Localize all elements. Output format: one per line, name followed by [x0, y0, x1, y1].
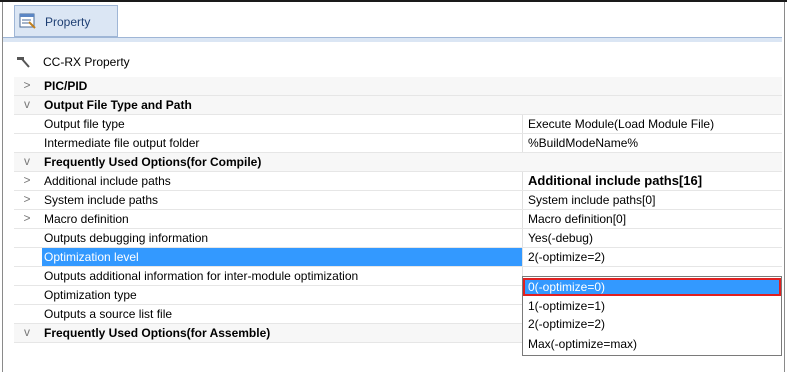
- option-label: 1(-optimize=1): [528, 299, 606, 313]
- tab-property-label: Property: [45, 15, 91, 29]
- expand-icon[interactable]: >: [20, 173, 34, 189]
- row-value[interactable]: %BuildModeName%: [528, 136, 638, 150]
- row-value[interactable]: System include paths[0]: [528, 193, 655, 207]
- property-row[interactable]: Intermediate file output folder %BuildMo…: [14, 134, 782, 153]
- tab-property[interactable]: Property: [14, 5, 118, 37]
- row-value[interactable]: Yes(-debug): [528, 231, 593, 245]
- column-separator: [522, 191, 523, 209]
- property-row[interactable]: > Additional include paths Additional in…: [14, 172, 782, 191]
- column-separator: [522, 172, 523, 190]
- expand-icon[interactable]: >: [20, 211, 34, 227]
- option-label: 0(-optimize=0): [528, 280, 606, 294]
- row-name: Frequently Used Options(for Assemble): [44, 326, 271, 340]
- row-name: Output File Type and Path: [44, 98, 192, 112]
- row-name: Macro definition: [44, 212, 129, 226]
- row-name: PIC/PID: [44, 79, 88, 93]
- row-name: Intermediate file output folder: [44, 136, 200, 150]
- property-row[interactable]: > Macro definition Macro definition[0]: [14, 210, 782, 229]
- row-name: Optimization type: [44, 288, 137, 302]
- row-name: Outputs debugging information: [44, 231, 209, 245]
- dropdown-option[interactable]: 1(-optimize=1): [523, 297, 781, 315]
- header-label: CC-RX Property: [43, 55, 130, 69]
- property-row[interactable]: > System include paths System include pa…: [14, 191, 782, 210]
- row-name: Additional include paths: [44, 174, 171, 188]
- dropdown-option[interactable]: Max(-optimize=max): [523, 335, 781, 353]
- expand-icon[interactable]: >: [20, 78, 34, 94]
- category-row[interactable]: v Frequently Used Options(for Compile): [14, 153, 782, 172]
- panel-titlebar: Property: [3, 5, 782, 37]
- option-label: 2(-optimize=2): [528, 317, 606, 331]
- column-separator: [522, 229, 523, 247]
- category-row[interactable]: v Output File Type and Path: [14, 96, 782, 115]
- row-name: System include paths: [44, 193, 159, 207]
- option-label: Max(-optimize=max): [528, 337, 638, 351]
- column-separator: [522, 248, 523, 266]
- property-row[interactable]: Outputs debugging information Yes(-debug…: [14, 229, 782, 248]
- column-separator: [522, 115, 523, 133]
- row-name: Optimization level: [44, 250, 139, 264]
- row-name: Output file type: [44, 117, 125, 131]
- row-value[interactable]: Additional include paths[16]: [528, 173, 702, 188]
- collapse-icon[interactable]: v: [20, 154, 34, 170]
- row-value[interactable]: Execute Module(Load Module File): [528, 117, 714, 131]
- property-header: CC-RX Property: [3, 51, 782, 73]
- row-name: Outputs additional information for inter…: [44, 269, 359, 283]
- property-row-selected[interactable]: Optimization level 2(-optimize=2): [14, 248, 782, 267]
- category-row[interactable]: > PIC/PID: [14, 77, 782, 96]
- row-name: Frequently Used Options(for Compile): [44, 155, 262, 169]
- optimization-level-dropdown[interactable]: 2(-optimize=2): [528, 250, 605, 264]
- optimization-level-dropdown-list[interactable]: 0(-optimize=0) 1(-optimize=1) 2(-optimiz…: [522, 276, 782, 356]
- column-separator: [522, 134, 523, 152]
- dropdown-option[interactable]: 2(-optimize=2): [523, 315, 781, 333]
- expand-icon[interactable]: >: [20, 192, 34, 208]
- row-name: Outputs a source list file: [44, 307, 173, 321]
- property-row[interactable]: Output file type Execute Module(Load Mod…: [14, 115, 782, 134]
- row-value[interactable]: Macro definition[0]: [528, 212, 626, 226]
- property-icon: [19, 13, 36, 29]
- column-separator: [522, 210, 523, 228]
- collapse-icon[interactable]: v: [20, 325, 34, 341]
- hammer-icon: [17, 57, 30, 68]
- tab-underline: [3, 37, 782, 42]
- dropdown-option-selected[interactable]: 0(-optimize=0): [523, 278, 781, 296]
- collapse-icon[interactable]: v: [20, 97, 34, 113]
